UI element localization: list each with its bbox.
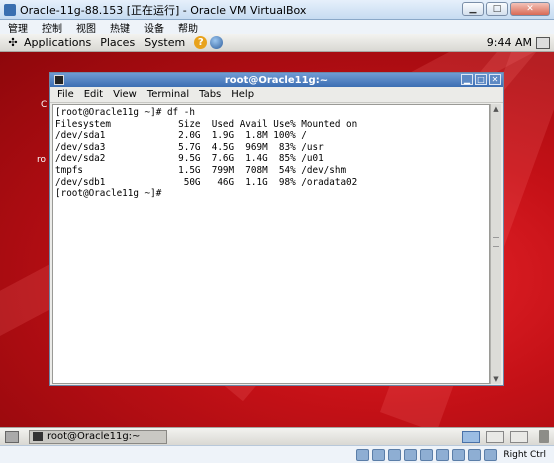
window-controls: ▁ □ ✕ <box>462 2 550 16</box>
show-desktop-button[interactable] <box>5 430 19 443</box>
vbox-titlebar[interactable]: Oracle-11g-88.153 [正在运行] - Oracle VM Vir… <box>0 0 554 20</box>
workspace-2[interactable] <box>486 431 504 443</box>
window-title: Oracle-11g-88.153 [正在运行] - Oracle VM Vir… <box>20 3 307 17</box>
terminal-line: /dev/sda1 2.0G 1.9G 1.8M 100% / <box>55 130 307 142</box>
terminal-line: /dev/sdb1 50G 46G 1.1G 98% /oradata02 <box>55 176 358 188</box>
trash-icon[interactable] <box>539 430 549 443</box>
video-capture-status-icon[interactable] <box>452 448 466 461</box>
terminal-line: [root@Oracle11g ~]# df -h <box>55 107 195 118</box>
terminal-menu-help[interactable]: Help <box>231 89 254 100</box>
virtualization-status-icon[interactable] <box>468 448 482 461</box>
minimize-button[interactable]: ▁ <box>462 2 484 16</box>
menu-help[interactable]: 帮助 <box>178 20 198 35</box>
scroll-grip[interactable] <box>493 237 499 247</box>
harddisk-status-icon[interactable] <box>356 448 370 461</box>
mouse-integration-status-icon[interactable] <box>484 448 498 461</box>
taskbar-item-terminal[interactable]: root@Oracle11g:~ <box>29 429 167 444</box>
terminal-minimize-button[interactable]: ▁ <box>461 74 473 85</box>
host-key-label: Right Ctrl <box>503 449 546 460</box>
web-browser-icon[interactable] <box>210 36 224 49</box>
menu-view[interactable]: 视图 <box>76 20 96 35</box>
desktop-icon-label[interactable]: ro <box>37 155 46 165</box>
system-menu[interactable]: System <box>144 36 185 49</box>
terminal-maximize-button[interactable]: □ <box>475 74 487 85</box>
terminal-scrollbar[interactable]: ▲ ▼ <box>490 104 501 384</box>
gnome-bottom-panel: root@Oracle11g:~ <box>0 427 554 445</box>
places-menu[interactable]: Places <box>100 36 135 49</box>
terminal-menu-edit[interactable]: Edit <box>84 89 103 100</box>
workspace-1[interactable] <box>462 431 480 443</box>
applications-menu[interactable]: Applications <box>24 36 91 49</box>
gnome-foot-icon[interactable]: ✣ <box>6 36 20 50</box>
network-status-icon[interactable] <box>536 36 550 49</box>
terminal-menu-terminal[interactable]: Terminal <box>147 89 189 100</box>
terminal-title: root@Oracle11g:~ <box>224 74 329 86</box>
terminal-window[interactable]: root@Oracle11g:~ ▁ □ ✕ File Edit View Te… <box>49 72 504 386</box>
terminal-line: tmpfs 1.5G 799M 708M 54% /dev/shm <box>55 164 347 176</box>
close-button[interactable]: ✕ <box>510 2 550 16</box>
vbox-menubar: 管理 控制 视图 热键 设备 帮助 <box>0 20 554 35</box>
taskbar-item-label: root@Oracle11g:~ <box>47 431 141 442</box>
menu-control[interactable]: 控制 <box>42 20 62 35</box>
scroll-down-arrow-icon[interactable]: ▼ <box>491 374 501 384</box>
help-icon[interactable]: ? <box>194 36 208 49</box>
network-adapter-status-icon[interactable] <box>404 448 418 461</box>
menu-hotkey[interactable]: 热键 <box>110 20 130 35</box>
terminal-menu-tabs[interactable]: Tabs <box>199 89 221 100</box>
terminal-menu-view[interactable]: View <box>113 89 137 100</box>
terminal-icon <box>54 75 64 85</box>
gnome-top-panel: ✣ Applications Places System ? 9:44 AM <box>0 34 554 52</box>
vbox-statusbar: Right Ctrl <box>0 445 554 463</box>
display-status-icon[interactable] <box>436 448 450 461</box>
terminal-output[interactable]: [root@Oracle11g ~]# df -h Filesystem Size… <box>52 104 490 384</box>
terminal-titlebar[interactable]: root@Oracle11g:~ ▁ □ ✕ <box>50 73 503 87</box>
terminal-line: /dev/sda2 9.5G 7.6G 1.4G 85% /u01 <box>55 153 324 165</box>
terminal-menu-file[interactable]: File <box>57 89 74 100</box>
terminal-close-button[interactable]: ✕ <box>489 74 501 85</box>
menu-manage[interactable]: 管理 <box>8 20 28 35</box>
workspace-3[interactable] <box>510 431 528 443</box>
optical-drive-status-icon[interactable] <box>372 448 386 461</box>
desktop-icon-label[interactable]: C <box>41 100 47 110</box>
menu-devices[interactable]: 设备 <box>144 20 164 35</box>
virtualbox-icon <box>4 3 16 16</box>
shared-folders-status-icon[interactable] <box>420 448 434 461</box>
terminal-line: Filesystem Size Used Avail Use% Mounted … <box>55 118 358 130</box>
maximize-button[interactable]: □ <box>486 2 508 16</box>
clock[interactable]: 9:44 AM <box>487 36 532 49</box>
usb-status-icon[interactable] <box>388 448 402 461</box>
terminal-icon <box>33 432 43 441</box>
terminal-line: [root@Oracle11g ~]# <box>55 188 162 200</box>
scroll-up-arrow-icon[interactable]: ▲ <box>491 104 501 114</box>
terminal-menubar: File Edit View Terminal Tabs Help <box>50 87 503 103</box>
terminal-line: /dev/sda3 5.7G 4.5G 969M 83% /usr <box>55 141 324 153</box>
